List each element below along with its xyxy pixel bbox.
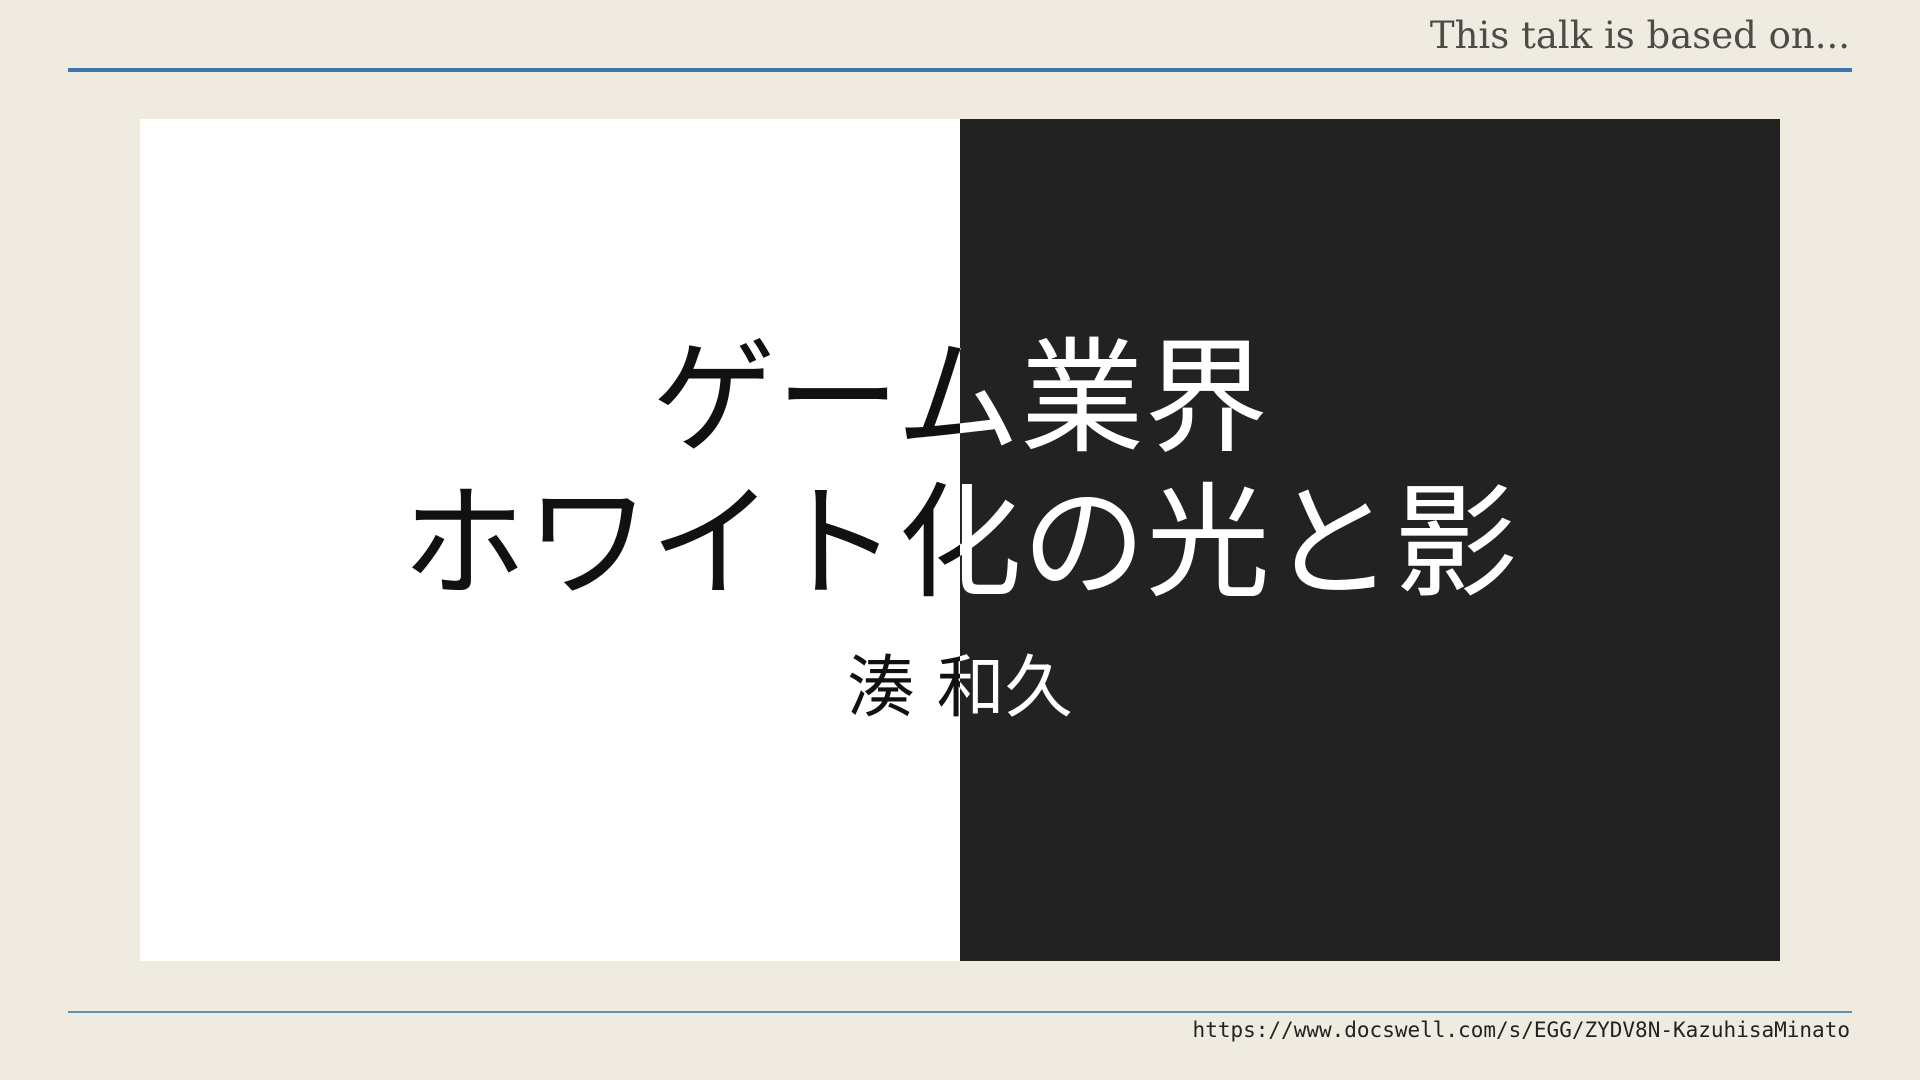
header-title: This talk is based on... [1429, 14, 1850, 57]
source-url[interactable]: https://www.docswell.com/s/EGG/ZYDV8N-Ka… [1193, 1018, 1850, 1042]
top-divider [68, 68, 1852, 72]
bottom-divider [68, 1011, 1852, 1013]
slide-preview: ゲーム業界 ホワイト化の光と影 湊 和久 ゲーム業界 ホワイト化の光と影 湊 和… [140, 119, 1780, 961]
